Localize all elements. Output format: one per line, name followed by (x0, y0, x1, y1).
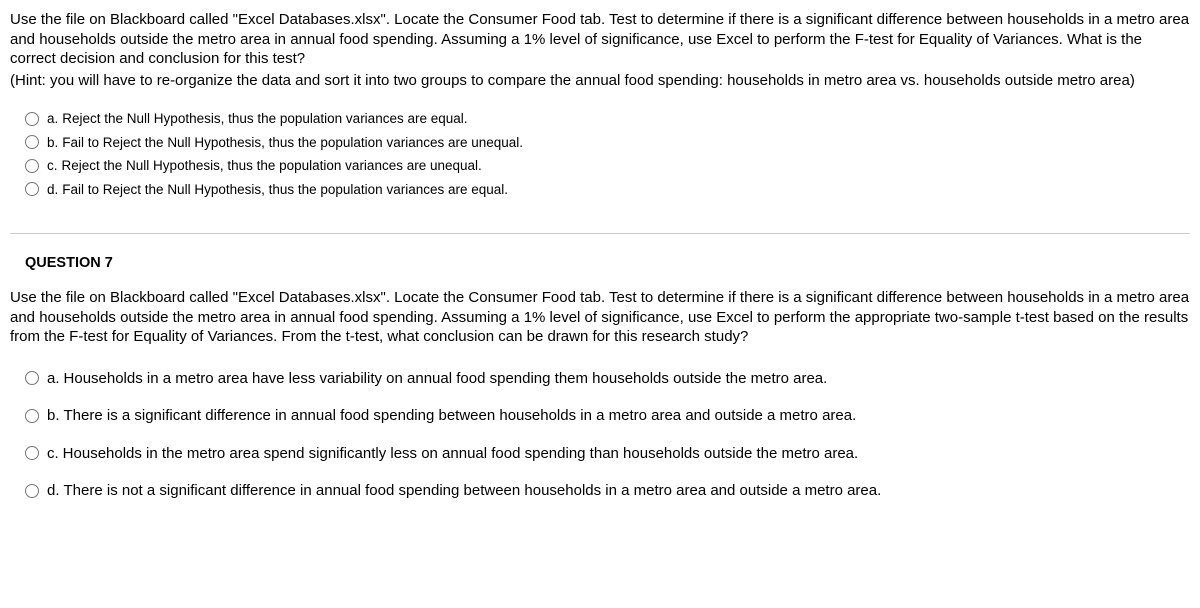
option-prefix: b. (47, 134, 58, 152)
option-prefix: d. (47, 481, 60, 501)
option-prefix: d. (47, 181, 58, 199)
radio-q7-c[interactable] (25, 446, 39, 460)
question-divider (10, 233, 1190, 234)
question-7-block: QUESTION 7 Use the file on Blackboard ca… (10, 254, 1190, 500)
option-d[interactable]: d. There is not a significant difference… (25, 481, 1190, 501)
option-a[interactable]: a. Households in a metro area have less … (25, 369, 1190, 389)
radio-q6-c[interactable] (25, 159, 39, 173)
option-text: Fail to Reject the Null Hypothesis, thus… (62, 181, 508, 199)
radio-q6-a[interactable] (25, 112, 39, 126)
radio-q6-d[interactable] (25, 182, 39, 196)
question-6-options: a. Reject the Null Hypothesis, thus the … (10, 110, 1190, 198)
option-text: Reject the Null Hypothesis, thus the pop… (62, 110, 467, 128)
option-text: There is a significant difference in ann… (64, 406, 857, 426)
question-7-header: QUESTION 7 (10, 254, 1190, 273)
question-7-main-text: Use the file on Blackboard called "Excel… (10, 288, 1190, 347)
radio-q6-b[interactable] (25, 135, 39, 149)
option-b[interactable]: b. Fail to Reject the Null Hypothesis, t… (25, 134, 1190, 152)
question-7-options: a. Households in a metro area have less … (10, 369, 1190, 501)
option-prefix: a. (47, 369, 60, 389)
radio-q7-a[interactable] (25, 371, 39, 385)
question-6-text: Use the file on Blackboard called "Excel… (10, 10, 1190, 90)
option-c[interactable]: c. Households in the metro area spend si… (25, 444, 1190, 464)
option-prefix: b. (47, 406, 60, 426)
question-6-block: Use the file on Blackboard called "Excel… (10, 10, 1190, 198)
question-7-text: Use the file on Blackboard called "Excel… (10, 288, 1190, 347)
option-text: Households in the metro area spend signi… (63, 444, 859, 464)
option-prefix: c. (47, 444, 59, 464)
question-6-hint: (Hint: you will have to re-organize the … (10, 71, 1190, 91)
radio-q7-b[interactable] (25, 409, 39, 423)
option-b[interactable]: b. There is a significant difference in … (25, 406, 1190, 426)
radio-q7-d[interactable] (25, 484, 39, 498)
option-prefix: c. (47, 157, 58, 175)
question-6-main-text: Use the file on Blackboard called "Excel… (10, 10, 1190, 69)
option-a[interactable]: a. Reject the Null Hypothesis, thus the … (25, 110, 1190, 128)
option-text: Fail to Reject the Null Hypothesis, thus… (62, 134, 523, 152)
option-c[interactable]: c. Reject the Null Hypothesis, thus the … (25, 157, 1190, 175)
option-prefix: a. (47, 110, 58, 128)
option-d[interactable]: d. Fail to Reject the Null Hypothesis, t… (25, 181, 1190, 199)
option-text: Reject the Null Hypothesis, thus the pop… (62, 157, 482, 175)
option-text: Households in a metro area have less var… (64, 369, 828, 389)
option-text: There is not a significant difference in… (64, 481, 882, 501)
